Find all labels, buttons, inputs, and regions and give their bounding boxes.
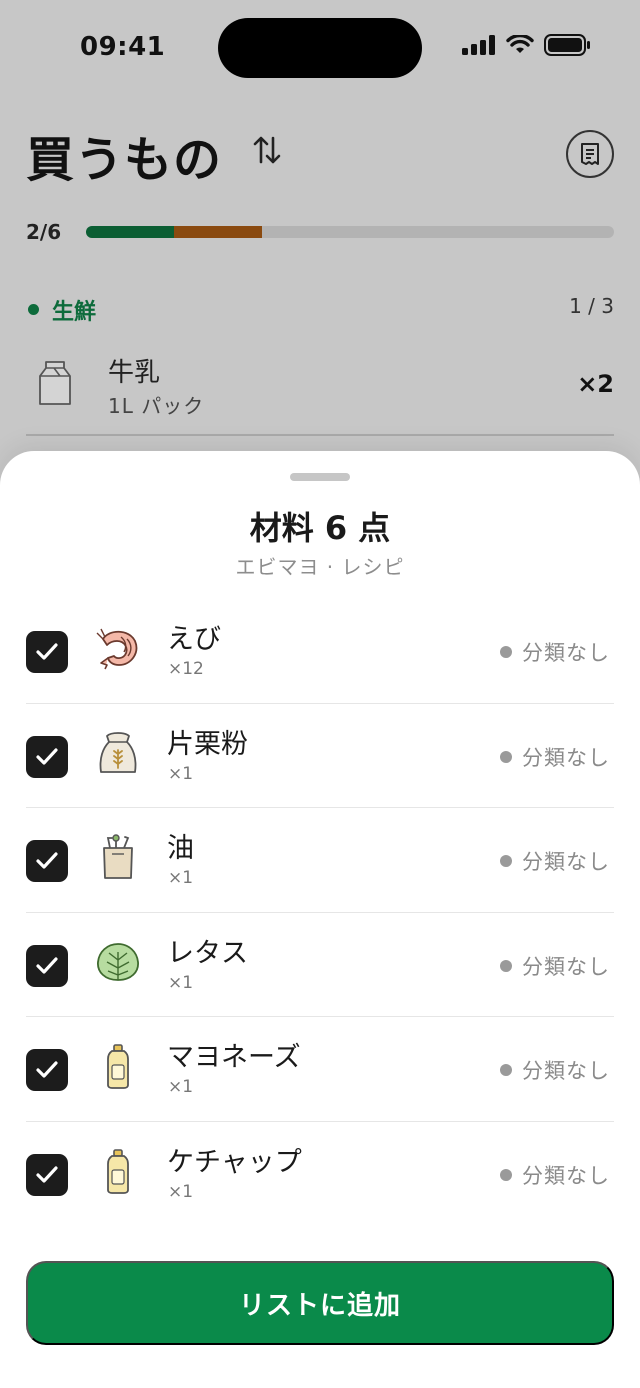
ingredient-quantity: ×12 <box>168 659 204 679</box>
category-label: 分類なし <box>522 954 610 979</box>
category-dot <box>500 646 512 658</box>
category-count: 1 / 3 <box>569 294 614 318</box>
sheet-subtitle: エビマヨ · レシピ <box>235 555 405 579</box>
sort-icon[interactable] <box>252 134 282 170</box>
ingredient-checkbox[interactable] <box>26 735 68 778</box>
ingredient-name: ケチャップ <box>167 1146 302 1178</box>
category-label: 分類なし <box>522 745 610 770</box>
category-header: 生鮮 1 / 3 <box>26 294 614 325</box>
ingredient-name: 片栗粉 <box>167 728 248 760</box>
checkmark-icon <box>36 747 58 765</box>
ingredient-name: レタス <box>167 937 248 969</box>
add-to-list-button[interactable]: リストに追加 <box>26 1261 614 1345</box>
ingredient-row[interactable]: マヨネーズ ×1 分類なし <box>26 1017 614 1122</box>
grocery-bag-icon <box>94 832 142 882</box>
page-title: 買うもの <box>26 132 223 188</box>
category-label: 分類なし <box>522 641 610 665</box>
battery-icon <box>544 34 590 56</box>
ingredient-name: 油 <box>167 833 194 864</box>
category-selector[interactable]: 分類なし <box>500 846 610 876</box>
ingredient-row[interactable]: レタス ×1 分類なし <box>26 913 614 1017</box>
item-detail: 1L パック <box>108 394 205 418</box>
sauce-bottle-icon <box>94 1146 142 1196</box>
category-dot <box>500 855 512 867</box>
ingredient-name: マヨネーズ <box>167 1042 301 1073</box>
ingredient-checkbox[interactable] <box>26 1049 68 1091</box>
ingredient-quantity: ×1 <box>168 972 194 993</box>
category-selector[interactable]: 分類なし <box>500 1055 610 1085</box>
category-selector[interactable]: 分類なし <box>500 742 610 772</box>
dynamic-island <box>218 18 422 78</box>
system-icons <box>462 34 590 56</box>
ingredients-sheet: 材料 6 点 エビマヨ · レシピ えび ×12 分類なし 片栗粉 ×1 分類な… <box>0 451 640 1388</box>
checkmark-icon <box>36 1165 58 1183</box>
progress-segment <box>174 226 263 238</box>
sauce-bottle-icon <box>94 1041 142 1091</box>
ingredient-list: えび ×12 分類なし 片栗粉 ×1 分類なし 油 ×1 分類なし レタス ×1… <box>26 599 614 1226</box>
category-label: 分類なし <box>522 1163 610 1188</box>
ingredient-checkbox[interactable] <box>26 1153 68 1196</box>
checkmark-icon <box>36 643 58 660</box>
ingredient-quantity: ×1 <box>168 1077 194 1097</box>
progress-label: 2/6 <box>26 220 62 244</box>
progress-bar <box>86 226 614 238</box>
lettuce-icon <box>94 937 142 987</box>
ingredient-quantity: ×1 <box>168 1181 194 1202</box>
checkmark-icon <box>36 956 58 974</box>
category-label: 分類なし <box>522 1059 610 1083</box>
category-selector[interactable]: 分類なし <box>500 1160 610 1190</box>
category-dot <box>28 304 39 315</box>
cellular-signal-icon <box>462 35 495 55</box>
category-dot <box>500 1064 512 1076</box>
shrimp-icon <box>94 623 142 673</box>
ingredient-row[interactable]: ケチャップ ×1 分類なし <box>26 1122 614 1227</box>
milk-carton-icon <box>38 360 72 410</box>
ingredient-quantity: ×1 <box>168 763 194 784</box>
progress-row: 2/6 <box>26 218 614 246</box>
ingredient-row[interactable]: 油 ×1 分類なし <box>26 808 614 913</box>
category-selector[interactable]: 分類なし <box>500 637 610 667</box>
ingredient-row[interactable]: えび ×12 分類なし <box>26 599 614 704</box>
list-item[interactable]: 牛乳 1L パック ×2 <box>26 346 614 436</box>
category-label: 分類なし <box>522 850 610 874</box>
sheet-grabber[interactable] <box>290 473 350 481</box>
receipt-icon <box>581 143 599 165</box>
item-quantity: ×2 <box>577 370 614 398</box>
header: 買うもの <box>26 120 614 188</box>
item-name: 牛乳 <box>108 358 161 388</box>
receipt-button[interactable] <box>566 130 614 178</box>
category-name: 生鮮 <box>52 300 97 325</box>
ingredient-row[interactable]: 片栗粉 ×1 分類なし <box>26 704 614 808</box>
category-dot <box>500 750 512 763</box>
status-bar: 09:41 <box>0 0 640 96</box>
progress-segment <box>86 226 175 238</box>
checkmark-icon <box>36 852 58 869</box>
ingredient-quantity: ×1 <box>168 868 194 888</box>
wifi-icon <box>506 35 534 53</box>
flour-bag-icon <box>94 728 142 778</box>
ingredient-checkbox[interactable] <box>26 840 68 882</box>
category-dot <box>500 959 512 972</box>
ingredient-checkbox[interactable] <box>26 944 68 987</box>
checkmark-icon <box>36 1061 58 1078</box>
category-dot <box>500 1168 512 1181</box>
category-selector[interactable]: 分類なし <box>500 951 610 981</box>
sheet-title: 材料 6 点 <box>249 509 391 547</box>
ingredient-checkbox[interactable] <box>26 631 68 673</box>
ingredient-name: えび <box>167 624 221 655</box>
status-time: 09:41 <box>80 32 166 62</box>
